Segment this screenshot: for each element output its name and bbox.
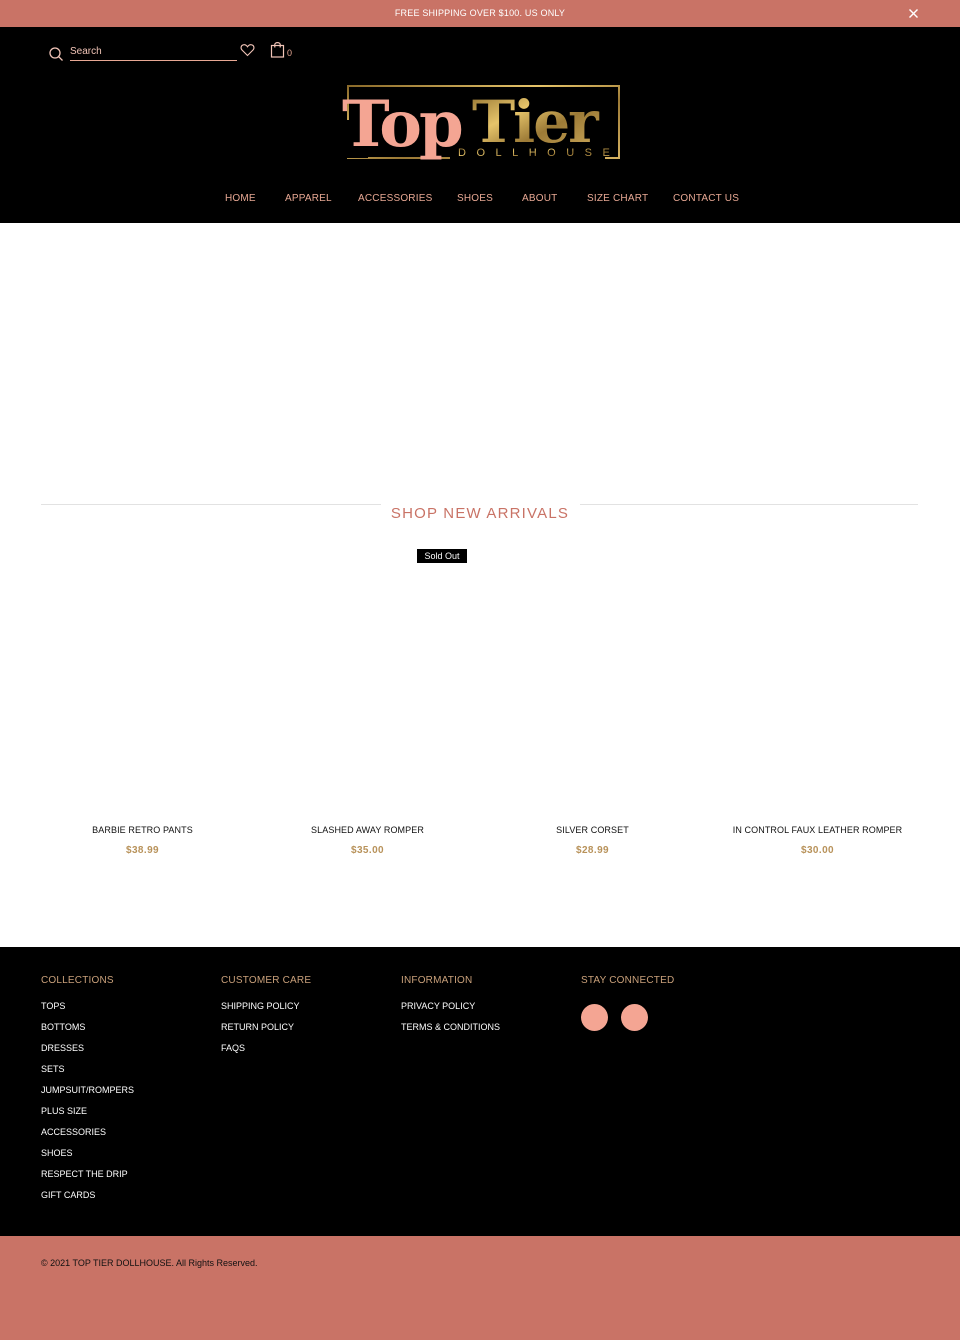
social-icon[interactable] <box>581 1004 608 1031</box>
social-icon[interactable] <box>621 1004 648 1031</box>
footer-link-tops[interactable]: TOPS <box>41 1000 134 1021</box>
logo-word-tier: Tier <box>472 88 600 156</box>
product-image[interactable] <box>705 560 930 815</box>
footer-link-accessories[interactable]: ACCESSORIES <box>41 1126 134 1147</box>
nav-home[interactable]: HOME <box>225 193 256 204</box>
footer-customer-care: CUSTOMER CARE SHIPPING POLICY RETURN POL… <box>221 975 312 1053</box>
footer-link-dresses[interactable]: DRESSES <box>41 1042 134 1063</box>
footer-link-list: TOPS BOTTOMS DRESSES SETS JUMPSUIT/ROMPE… <box>41 1000 134 1210</box>
product-name[interactable]: SILVER CORSET <box>480 825 705 835</box>
footer-heading: COLLECTIONS <box>41 975 114 986</box>
hero-banner <box>0 223 960 483</box>
nav-apparel[interactable]: APPAREL <box>285 193 332 204</box>
product-price: $28.99 <box>576 845 609 856</box>
footer-link-list: SHIPPING POLICY RETURN POLICY FAQS <box>221 1000 300 1063</box>
footer-link-gift-cards[interactable]: GIFT CARDS <box>41 1189 134 1210</box>
product-image[interactable] <box>255 560 480 815</box>
cart-count: 0 <box>287 48 293 58</box>
footer-link-faqs[interactable]: FAQS <box>221 1042 300 1063</box>
search-icon[interactable] <box>48 46 64 62</box>
site-header: 0 Top Tier DOLLHOUSE HOME APPAREL ACCESS… <box>0 27 960 223</box>
product-price: $30.00 <box>801 845 834 856</box>
logo-dollhouse: DOLLHOUSE <box>458 147 620 159</box>
copyright-bar: © 2021 TOP TIER DOLLHOUSE. All Rights Re… <box>0 1236 960 1340</box>
nav-contact-us[interactable]: CONTACT US <box>673 193 739 204</box>
footer-link-bottoms[interactable]: BOTTOMS <box>41 1021 134 1042</box>
search-input[interactable] <box>70 42 237 61</box>
announcement-bar: FREE SHIPPING OVER $100. US ONLY <box>0 0 960 27</box>
nav-shoes[interactable]: SHOES <box>457 193 493 204</box>
footer-link-plus-size[interactable]: PLUS SIZE <box>41 1105 134 1126</box>
footer-information: INFORMATION PRIVACY POLICY TERMS & CONDI… <box>401 975 500 1032</box>
product-price: $38.99 <box>126 845 159 856</box>
footer-stay-connected: STAY CONNECTED <box>581 975 781 1075</box>
main-nav: HOME APPAREL ACCESSORIES SHOES ABOUT SIZ… <box>0 193 960 209</box>
footer-link-privacy-policy[interactable]: PRIVACY POLICY <box>401 1000 500 1021</box>
product-name[interactable]: SLASHED AWAY ROMPER <box>255 825 480 835</box>
product-image[interactable] <box>30 560 255 815</box>
footer-heading: CUSTOMER CARE <box>221 975 312 986</box>
product-image[interactable] <box>480 560 705 815</box>
footer-collections: COLLECTIONS TOPS BOTTOMS DRESSES SETS JU… <box>41 975 134 1200</box>
section-divider-right <box>580 504 918 505</box>
footer-link-list: PRIVACY POLICY TERMS & CONDITIONS <box>401 1000 500 1042</box>
shopping-bag-icon[interactable] <box>270 41 285 58</box>
nav-about[interactable]: ABOUT <box>522 193 557 204</box>
copyright-text: © 2021 TOP TIER DOLLHOUSE. All Rights Re… <box>41 1258 258 1268</box>
footer-link-sets[interactable]: SETS <box>41 1063 134 1084</box>
footer-link-return-policy[interactable]: RETURN POLICY <box>221 1021 300 1042</box>
section-title: SHOP NEW ARRIVALS <box>390 505 570 522</box>
product-card[interactable]: SILVER CORSET $28.99 <box>480 560 705 870</box>
footer-heading: INFORMATION <box>401 975 473 986</box>
product-name[interactable]: BARBIE RETRO PANTS <box>30 825 255 835</box>
footer-link-jumpsuit-rompers[interactable]: JUMPSUIT/ROMPERS <box>41 1084 134 1105</box>
site-footer: COLLECTIONS TOPS BOTTOMS DRESSES SETS JU… <box>0 947 960 1236</box>
footer-heading: STAY CONNECTED <box>581 975 675 986</box>
nav-size-chart[interactable]: SIZE CHART <box>587 193 648 204</box>
logo-word-top: Top <box>342 87 462 162</box>
product-card[interactable]: SLASHED AWAY ROMPER $35.00 <box>255 560 480 870</box>
footer-link-shoes[interactable]: SHOES <box>41 1147 134 1168</box>
footer-link-respect-the-drip[interactable]: RESPECT THE DRIP <box>41 1168 134 1189</box>
heart-icon[interactable] <box>240 43 255 57</box>
nav-accessories[interactable]: ACCESSORIES <box>358 193 432 204</box>
close-icon[interactable] <box>904 4 923 23</box>
sold-out-badge: Sold Out <box>417 549 467 563</box>
product-card[interactable]: BARBIE RETRO PANTS $38.99 <box>30 560 255 870</box>
footer-link-shipping-policy[interactable]: SHIPPING POLICY <box>221 1000 300 1021</box>
footer-link-terms-conditions[interactable]: TERMS & CONDITIONS <box>401 1021 500 1042</box>
product-name[interactable]: IN CONTROL FAUX LEATHER ROMPER <box>705 825 930 835</box>
site-logo[interactable]: Top Tier DOLLHOUSE <box>340 80 622 168</box>
announcement-text: FREE SHIPPING OVER $100. US ONLY <box>394 8 566 18</box>
product-card[interactable]: IN CONTROL FAUX LEATHER ROMPER $30.00 <box>705 560 930 870</box>
product-price: $35.00 <box>351 845 384 856</box>
section-divider-left <box>41 504 381 505</box>
